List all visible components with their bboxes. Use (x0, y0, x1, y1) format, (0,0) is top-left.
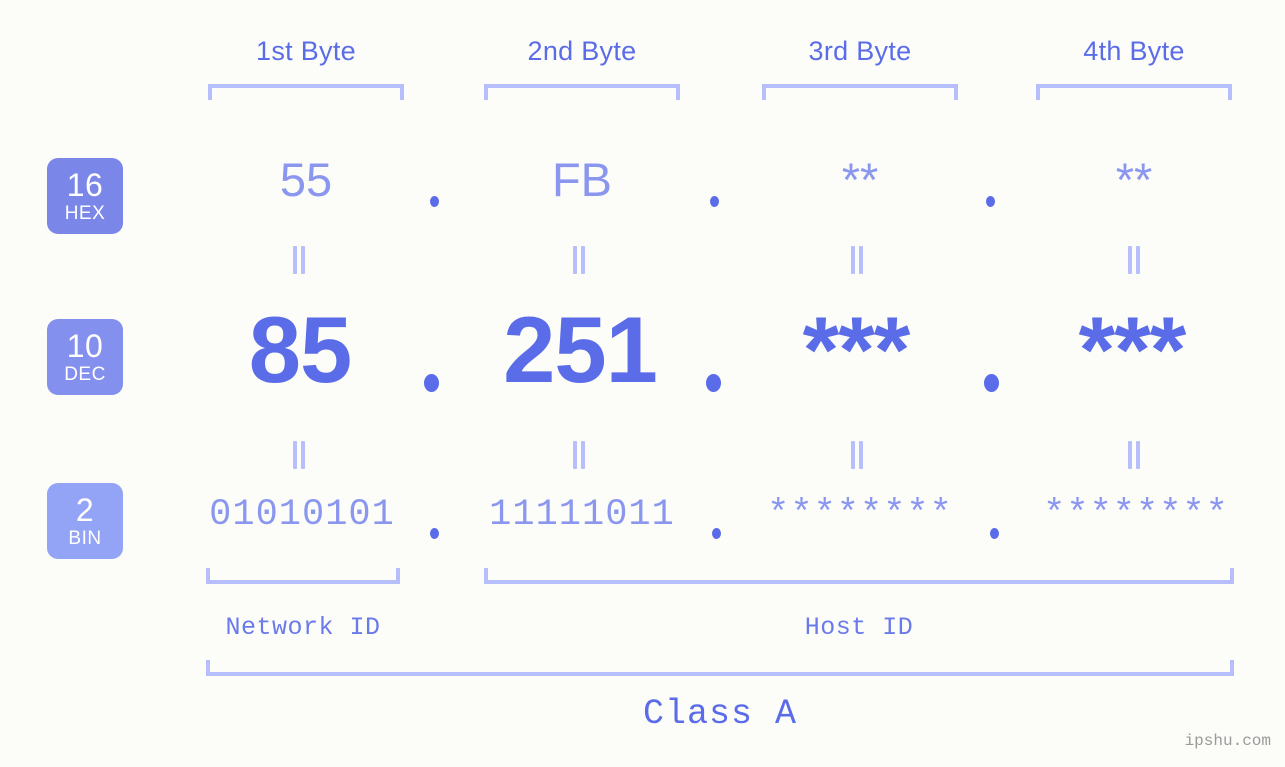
byte-header-3: 3rd Byte (808, 36, 912, 66)
network-id-label: Network ID (225, 613, 381, 642)
equals-mark-hex-dec-2 (573, 246, 587, 274)
ip-breakdown-diagram: 1st Byte 2nd Byte 3rd Byte 4th Byte 16 H… (0, 0, 1285, 767)
dec-byte-3: *** (802, 297, 911, 402)
dec-byte-2: 251 (503, 297, 658, 402)
base-badge-dec-number: 10 (66, 328, 104, 364)
bin-separator-dot-1 (430, 528, 439, 539)
bin-byte-1: 01010101 (209, 494, 395, 536)
equals-mark-hex-dec-4 (1128, 246, 1142, 274)
hex-byte-3: ** (841, 153, 879, 206)
byte-bracket-3 (762, 84, 958, 100)
equals-mark-dec-bin-2 (573, 441, 587, 469)
base-badge-bin-name: BIN (68, 528, 102, 549)
equals-mark-dec-bin-1 (293, 441, 307, 469)
base-badge-bin: 2 BIN (47, 483, 123, 559)
equals-mark-dec-bin-3 (851, 441, 865, 469)
bin-byte-4: ******** (1043, 494, 1229, 536)
equals-mark-hex-dec-1 (293, 246, 307, 274)
hex-separator-dot-1 (430, 196, 439, 207)
byte-bracket-2 (484, 84, 680, 100)
base-badge-bin-number: 2 (75, 492, 95, 528)
base-badge-dec: 10 DEC (47, 319, 123, 395)
class-bracket (206, 660, 1234, 676)
byte-header-4: 4th Byte (1083, 36, 1185, 66)
byte-bracket-4 (1036, 84, 1232, 100)
base-badge-hex: 16 HEX (47, 158, 123, 234)
base-badge-dec-name: DEC (64, 364, 106, 385)
site-watermark: ipshu.com (1184, 732, 1271, 750)
equals-mark-hex-dec-3 (851, 246, 865, 274)
hex-byte-2: FB (551, 153, 613, 206)
dec-byte-1: 85 (248, 297, 353, 402)
hex-byte-1: 55 (279, 153, 333, 206)
byte-header-2: 2nd Byte (527, 36, 637, 66)
host-id-bracket (484, 568, 1234, 584)
hex-separator-dot-3 (986, 196, 995, 207)
bin-byte-2: 11111011 (489, 494, 675, 536)
dec-separator-dot-2 (706, 374, 721, 392)
dec-separator-dot-3 (984, 374, 999, 392)
network-id-bracket (206, 568, 400, 584)
dec-byte-4: *** (1078, 297, 1187, 402)
hex-byte-4: ** (1115, 153, 1153, 206)
dec-separator-dot-1 (424, 374, 439, 392)
equals-mark-dec-bin-4 (1128, 441, 1142, 469)
base-badge-hex-name: HEX (64, 203, 106, 224)
byte-bracket-1 (208, 84, 404, 100)
bin-byte-3: ******** (767, 494, 953, 536)
hex-separator-dot-2 (710, 196, 719, 207)
host-id-label: Host ID (804, 613, 914, 642)
byte-header-1: 1st Byte (256, 36, 356, 66)
class-label: Class A (642, 694, 798, 734)
base-badge-hex-number: 16 (66, 167, 104, 203)
bin-separator-dot-2 (712, 528, 721, 539)
bin-separator-dot-3 (990, 528, 999, 539)
